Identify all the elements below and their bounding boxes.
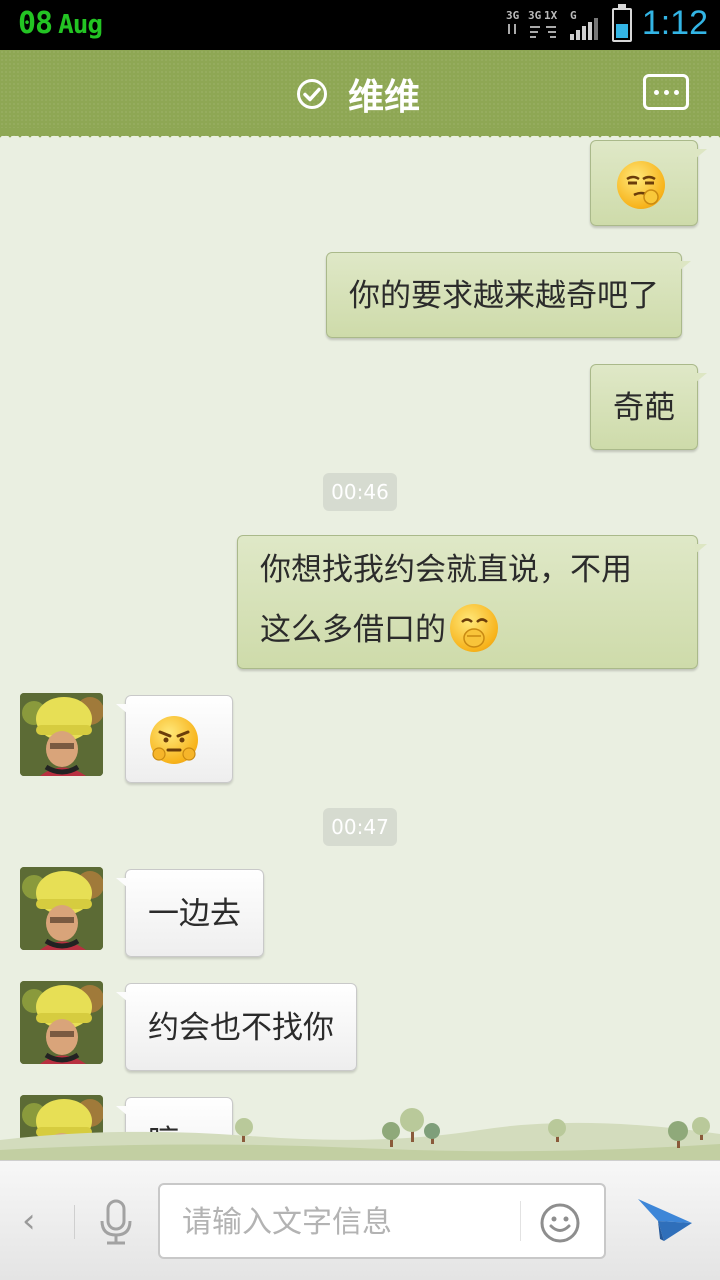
net-label-4: G	[570, 9, 577, 22]
paper-plane-icon[interactable]	[636, 1195, 694, 1247]
message-text-line: 你想找我约会就直说，不用	[260, 552, 632, 588]
message-text: 你的要求越来越奇吧了	[349, 278, 659, 314]
contact-name[interactable]: 维维	[348, 68, 420, 120]
status-time: 1:12	[641, 4, 708, 42]
laugh-covering-mouth-emoji-icon	[450, 603, 498, 652]
status-month: Aug	[58, 10, 103, 40]
contact-avatar[interactable]	[20, 693, 103, 776]
annoyed-face-emoji-icon	[150, 716, 198, 764]
more-dot	[663, 89, 669, 95]
check-circle-icon	[297, 79, 327, 109]
incoming-text-message[interactable]: 一边去	[116, 869, 264, 957]
network-status-icons: 3G 3G 1X G	[506, 8, 602, 42]
message-text: 约会也不找你	[148, 1010, 334, 1046]
scenery-decoration	[0, 1108, 720, 1160]
smug-face-emoji-icon	[617, 161, 665, 209]
battery-icon	[612, 4, 632, 42]
outgoing-emoji-message[interactable]	[590, 140, 707, 226]
message-input-bar: ‹	[0, 1160, 720, 1280]
more-menu-button[interactable]	[643, 74, 689, 110]
timestamp-divider: 00:47	[323, 808, 397, 846]
contact-avatar[interactable]	[20, 867, 103, 950]
status-date: 08 Aug	[18, 6, 103, 41]
more-dot	[653, 89, 659, 95]
contact-avatar[interactable]	[20, 981, 103, 1064]
message-text: 一边去	[148, 896, 241, 932]
net-label-2: 3G	[528, 9, 542, 22]
more-dot	[673, 89, 679, 95]
collapse-button[interactable]: ‹	[22, 1201, 52, 1241]
message-text: 这么多借口的	[260, 612, 446, 648]
divider	[74, 1205, 75, 1239]
microphone-icon[interactable]	[96, 1197, 136, 1247]
outgoing-text-message[interactable]: 奇葩	[590, 364, 707, 450]
message-input-field	[158, 1183, 606, 1259]
net-label-3: 1X	[544, 9, 558, 22]
message-list[interactable]: 你的要求越来越奇吧了 奇葩 00:46 你想找我约会就直说，不用 这么多借口的	[0, 136, 720, 1160]
smiley-icon[interactable]	[538, 1201, 582, 1245]
message-text-line: 这么多借口的	[238, 600, 697, 660]
divider	[520, 1201, 521, 1241]
incoming-emoji-message[interactable]	[116, 695, 233, 783]
message-text: 奇葩	[613, 390, 675, 426]
outgoing-text-message[interactable]: 你的要求越来越奇吧了	[326, 252, 691, 338]
battery-level	[616, 24, 628, 38]
timestamp-divider: 00:46	[323, 473, 397, 511]
status-day: 08	[18, 6, 53, 41]
status-bar: 08 Aug 3G 3G 1X G 1:12	[0, 0, 720, 50]
net-label-1: 3G	[506, 9, 520, 22]
message-input[interactable]	[182, 1199, 512, 1245]
outgoing-text-message[interactable]: 你想找我约会就直说，不用 这么多借口的	[237, 535, 707, 669]
incoming-text-message[interactable]: 约会也不找你	[116, 983, 357, 1071]
